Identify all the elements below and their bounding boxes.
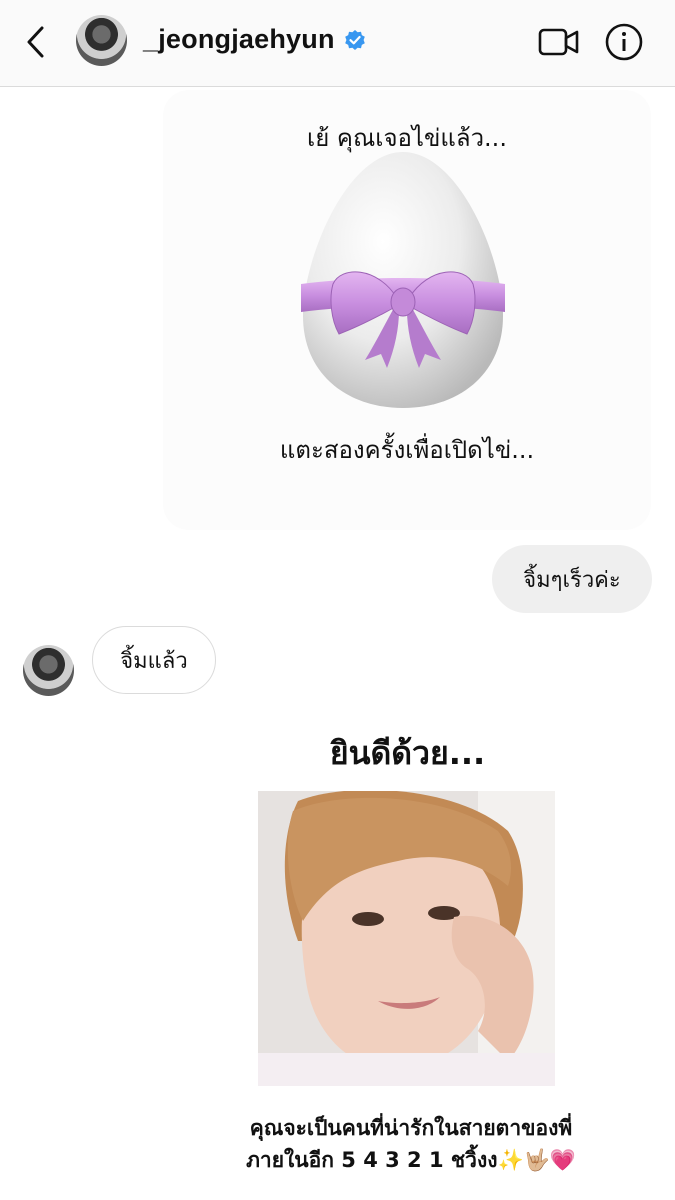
profile-username[interactable]: _jeongjaehyun: [143, 24, 335, 55]
egg-with-ribbon-image: [301, 152, 505, 408]
video-call-button[interactable]: [537, 22, 581, 62]
info-button[interactable]: [604, 22, 644, 62]
result-heading: ยินดีด้วย...: [329, 734, 486, 772]
outgoing-message-bubble[interactable]: จิ้มๆเร็วค่ะ: [492, 545, 652, 613]
chat-header: _jeongjaehyun: [0, 0, 675, 87]
caption-line-1: คุณจะเป็นคนที่น่ารักในสายตาของพี่: [249, 1116, 573, 1140]
verified-badge-icon: [345, 30, 365, 50]
caption-line-2: ภายในอีก 5 4 3 2 1 ชวิ้งง✨🤟🏼💗: [246, 1148, 576, 1172]
incoming-message-bubble[interactable]: จิ้มแล้ว: [92, 626, 216, 694]
result-photo[interactable]: [258, 791, 555, 1086]
portrait-image: [258, 791, 555, 1086]
profile-avatar[interactable]: [76, 15, 127, 66]
result-caption: คุณจะเป็นคนที่น่ารักในสายตาของพี่ ภายในอ…: [236, 1112, 586, 1176]
video-call-icon: [538, 28, 579, 56]
shared-story-egg[interactable]: เย้ คุณเจอไข่แล้ว... แตะสองครั้งเพื่อเปิ…: [163, 90, 651, 530]
sender-avatar[interactable]: [23, 645, 74, 696]
egg-bottom-text: แตะสองครั้งเพื่อเปิดไข่...: [279, 436, 535, 464]
back-button[interactable]: [20, 22, 54, 62]
chevron-left-icon: [27, 26, 44, 58]
info-icon: [605, 23, 643, 61]
